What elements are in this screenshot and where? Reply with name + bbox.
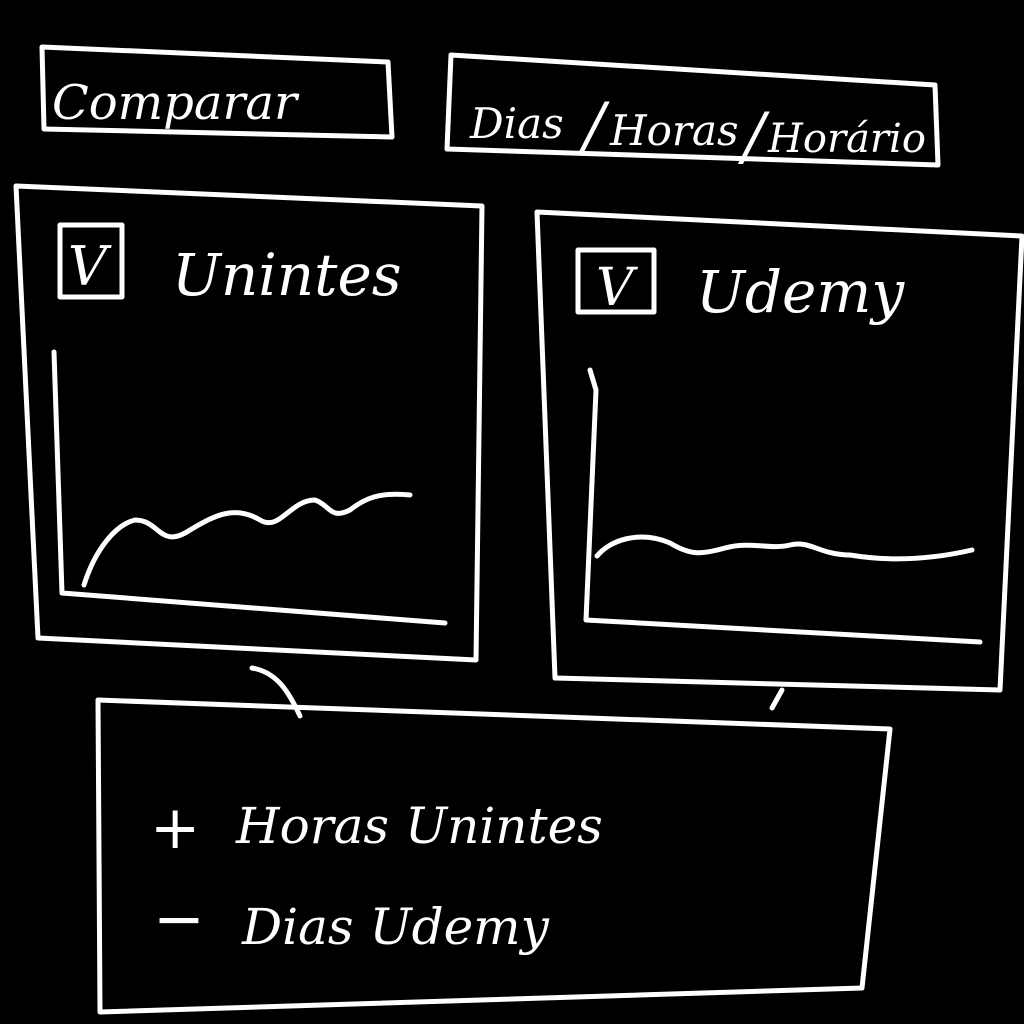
checkbox-unintes[interactable]: V xyxy=(57,222,125,300)
sketch-canvas: Comparar Dias / Horas / Horário V Uninte… xyxy=(13,44,1024,1015)
panel-udemy: V Udemy xyxy=(534,209,1024,693)
summary-box: + Horas Unintes − Dias Udemy xyxy=(95,697,893,1015)
panel-unintes: V Unintes xyxy=(13,183,485,663)
summary-item-positive: + Horas Unintes xyxy=(150,793,603,863)
mode-selector[interactable]: Dias / Horas / Horário xyxy=(444,52,941,174)
panel-unintes-title: Unintes xyxy=(172,241,402,309)
checkbox-udemy-mark: V xyxy=(596,258,638,318)
mode-option-schedule[interactable]: Horário xyxy=(767,116,926,162)
plus-icon: + xyxy=(150,793,200,863)
chart-unintes xyxy=(51,349,448,626)
compare-button-label: Comparar xyxy=(52,75,300,131)
mode-separator: / xyxy=(737,100,770,174)
mode-option-hours[interactable]: Horas xyxy=(609,106,739,155)
chart-unintes-line xyxy=(81,491,413,588)
panel-udemy-title: Udemy xyxy=(696,258,905,326)
checkbox-unintes-mark: V xyxy=(68,235,112,298)
chart-udemy-axes xyxy=(583,367,983,645)
svg-text:Dias: Dias xyxy=(469,99,564,148)
checkbox-udemy[interactable]: V xyxy=(575,247,657,318)
minus-icon: − xyxy=(153,882,205,955)
summary-item-positive-text: Horas Unintes xyxy=(235,797,603,855)
chart-unintes-axes xyxy=(51,349,448,626)
summary-item-negative-text: Dias Udemy xyxy=(241,898,550,956)
compare-button[interactable]: Comparar xyxy=(39,44,395,140)
chart-udemy-line xyxy=(594,534,975,562)
svg-text:Horas: Horas xyxy=(609,106,739,155)
connector-right xyxy=(769,687,785,711)
summary-item-negative: − Dias Udemy xyxy=(153,882,550,956)
svg-text:Horário: Horário xyxy=(767,116,926,162)
chart-udemy xyxy=(583,367,983,645)
mode-option-days[interactable]: Dias xyxy=(469,99,564,148)
